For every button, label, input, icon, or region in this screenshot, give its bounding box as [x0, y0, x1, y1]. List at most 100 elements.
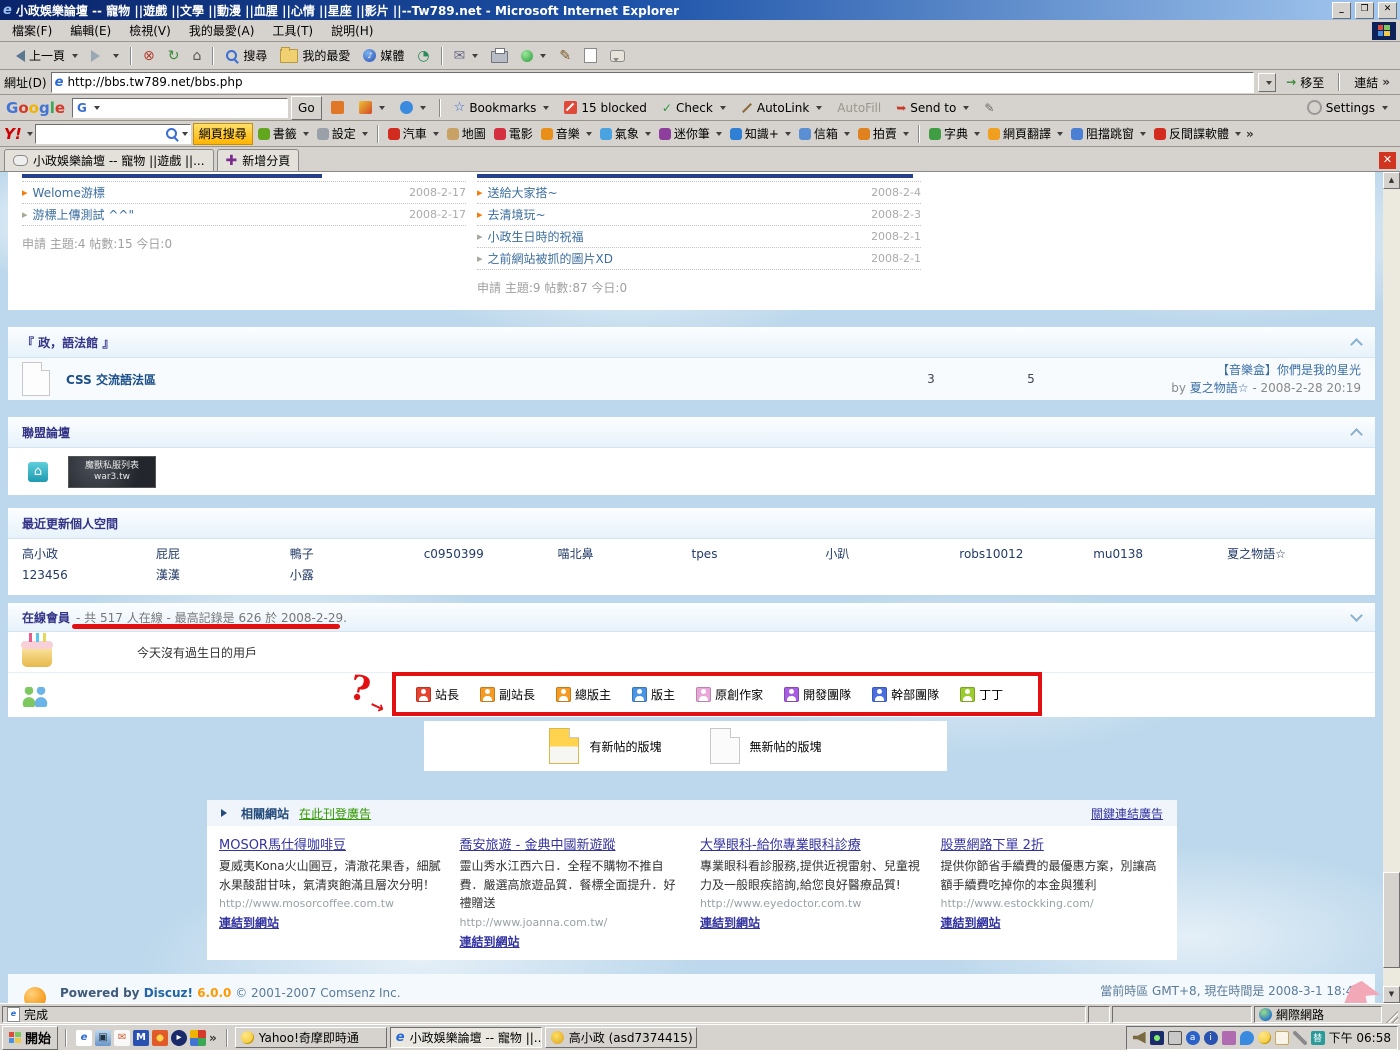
yahoo-music-button[interactable]: 音樂	[538, 124, 595, 143]
close-button[interactable]: ✕	[1378, 2, 1397, 19]
yahoo-movies-button[interactable]: 電影	[491, 124, 536, 143]
ie-icon[interactable]: e	[76, 1030, 92, 1046]
collapse-icon[interactable]	[1350, 609, 1363, 622]
ime-icon[interactable]: 替	[1311, 1031, 1325, 1045]
space-user-link[interactable]: 123456	[22, 566, 156, 585]
scroll-down-button[interactable]: ▼	[1383, 986, 1400, 1003]
ad-title-link[interactable]: 喬安旅遊 - 金典中國新遊蹤	[460, 834, 685, 853]
desktop-icon[interactable]: ▣	[95, 1030, 111, 1046]
media-button[interactable]: ♪ 媒體	[357, 45, 410, 66]
edit-button[interactable]	[515, 48, 552, 64]
refresh-button[interactable]: ↻	[162, 47, 186, 65]
media-player-icon[interactable]: M	[133, 1030, 149, 1046]
close-tabbar-button[interactable]: ✕	[1379, 152, 1396, 169]
yahoo-logo-dropdown-icon[interactable]	[27, 132, 33, 139]
space-user-link[interactable]: 高小政	[22, 545, 156, 564]
stop-button[interactable]: ⊗	[137, 47, 161, 65]
thread-link[interactable]: 小政生日時的祝福	[488, 228, 584, 245]
scroll-up-button[interactable]: ▲	[1383, 172, 1400, 189]
google-sendto-button[interactable]: ➥ Send to	[890, 99, 975, 117]
links-button[interactable]: 連結 »	[1348, 72, 1396, 93]
yahoo-auction-button[interactable]: 拍賣	[855, 124, 912, 143]
ad-visit-link[interactable]: 連結到網站	[941, 914, 1166, 931]
ad-title-link[interactable]: 股票網路下單 2折	[941, 834, 1166, 853]
start-button[interactable]: 開始	[2, 1026, 58, 1050]
thread-link[interactable]: 游標上傳測試 ^^"	[33, 206, 134, 223]
minimize-button[interactable]: _	[1332, 2, 1351, 19]
forward-dropdown-icon[interactable]	[113, 54, 119, 61]
google-spellcheck-button[interactable]: ✓ Check	[656, 99, 732, 117]
yahoo-bookmarks-button[interactable]: 書籤	[255, 124, 312, 143]
space-user-link[interactable]: 夏之物語☆	[1227, 545, 1361, 564]
yahoo-minipen-button[interactable]: 迷你筆	[656, 124, 725, 143]
back-button[interactable]: 上一頁	[4, 45, 84, 66]
space-user-link[interactable]: robs10012	[959, 545, 1093, 564]
menu-view[interactable]: 檢視(V)	[121, 20, 179, 41]
google-autolink-button[interactable]: AutoLink	[735, 99, 828, 117]
space-user-link[interactable]: 屁屁	[156, 545, 290, 564]
mail-dropdown-icon[interactable]	[472, 54, 478, 61]
messenger-icon[interactable]	[152, 1030, 168, 1046]
vertical-scrollbar[interactable]: ▲ ▼	[1383, 172, 1400, 1003]
volume-icon[interactable]	[1133, 1032, 1146, 1044]
scroll-thumb[interactable]	[1383, 872, 1400, 968]
publish-ad-link[interactable]: 在此刊登廣告	[299, 805, 371, 822]
yahoo-settings-button[interactable]: 設定	[314, 124, 371, 143]
edit-dropdown-icon[interactable]	[540, 54, 546, 61]
yahoo-weather-button[interactable]: 氣象	[597, 124, 654, 143]
address-input[interactable]: e http://bbs.tw789.net/bbs.php	[51, 72, 1255, 93]
compose-button[interactable]: ✎	[553, 47, 577, 65]
alliance-banner[interactable]: 魔獸私服列表 war3.tw	[68, 456, 156, 488]
task-user-chat[interactable]: 高小政 (asd7374415)	[545, 1027, 697, 1048]
signal-icon[interactable]	[1150, 1031, 1164, 1045]
google-settings-button[interactable]: Settings	[1301, 98, 1394, 117]
app-i-icon[interactable]: i	[1204, 1031, 1218, 1045]
space-user-link[interactable]: c0950399	[424, 545, 558, 564]
ad-visit-link[interactable]: 連結到網站	[219, 914, 444, 931]
yahoo-cars-button[interactable]: 汽車	[385, 124, 442, 143]
menu-favorites[interactable]: 我的最愛(A)	[181, 20, 263, 41]
task-forum-window[interactable]: e 小政娛樂論壇 -- 寵物 ||...	[390, 1027, 542, 1048]
menu-file[interactable]: 檔案(F)	[4, 20, 60, 41]
discuss-button[interactable]	[604, 48, 631, 64]
menu-help[interactable]: 說明(H)	[323, 20, 381, 41]
google-news-button[interactable]	[325, 99, 350, 116]
go-button[interactable]: → 移至	[1280, 72, 1330, 93]
google-g-icon[interactable]: G	[75, 101, 89, 115]
address-dropdown-button[interactable]	[1258, 73, 1276, 92]
favorites-button[interactable]: 我的最愛	[274, 45, 356, 66]
home-link-icon[interactable]: ⌂	[28, 462, 48, 482]
thread-link[interactable]: 送給大家搭~	[488, 184, 558, 201]
space-user-link[interactable]: tpes	[691, 545, 825, 564]
search-button[interactable]: 搜尋	[219, 45, 273, 66]
yahoo-maps-button[interactable]: 地圖	[444, 124, 489, 143]
maximize-button[interactable]: ❐	[1355, 2, 1374, 19]
forum-link[interactable]: CSS 交流語法區	[66, 371, 881, 388]
last-post-link[interactable]: 【音樂盒】你們是我的星光	[1217, 363, 1361, 377]
keyword-ads-link[interactable]: 關鍵連結廣告	[1091, 805, 1163, 822]
discuz-link[interactable]: Discuz!	[144, 986, 193, 1000]
ad-title-link[interactable]: 大學眼科-給你專業眼科診療	[700, 834, 925, 853]
google-search-input[interactable]: G	[72, 98, 288, 118]
back-dropdown-icon[interactable]	[72, 54, 78, 61]
thread-link[interactable]: Welome游標	[33, 184, 105, 201]
menu-edit[interactable]: 編輯(E)	[62, 20, 119, 41]
yahoo-web-search-button[interactable]: 網頁搜尋	[193, 123, 253, 145]
home-button[interactable]: ⌂	[186, 47, 207, 65]
chat-icon[interactable]	[1240, 1031, 1254, 1045]
yahoo-logo[interactable]: Y!	[4, 125, 22, 143]
mail-button[interactable]: ✉	[448, 47, 485, 65]
smiley-tray-icon[interactable]	[1258, 1031, 1271, 1044]
grid-icon[interactable]	[190, 1030, 206, 1046]
forward-button[interactable]	[85, 48, 125, 64]
history-button[interactable]: ◔	[411, 47, 435, 65]
space-user-link[interactable]: 漢漢	[156, 566, 290, 585]
network-icon[interactable]	[1168, 1031, 1182, 1045]
yahoo-popup-blocker-button[interactable]: 阻擋跳窗	[1068, 124, 1149, 143]
google-popup-blocker-button[interactable]: 15 blocked	[558, 99, 653, 117]
google-page-rank-button[interactable]	[353, 99, 391, 116]
google-go-button[interactable]: Go	[291, 96, 322, 120]
collapse-icon[interactable]	[1350, 338, 1363, 351]
resize-grip[interactable]	[1384, 1006, 1398, 1023]
thread-link[interactable]: 去清境玩~	[488, 206, 546, 223]
